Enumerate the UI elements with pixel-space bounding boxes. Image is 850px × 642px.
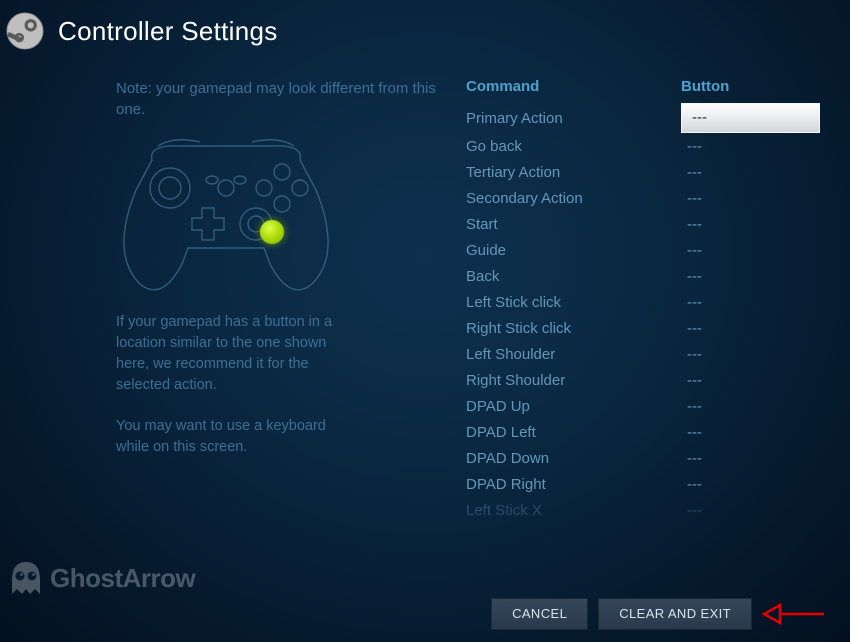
- binding-value[interactable]: ---: [681, 419, 820, 445]
- binding-value[interactable]: ---: [681, 497, 820, 523]
- footer: CANCEL CLEAR AND EXIT: [491, 598, 826, 630]
- binding-command[interactable]: Tertiary Action: [466, 159, 681, 185]
- gamepad-diagram: [112, 134, 340, 294]
- binding-value[interactable]: ---: [681, 211, 820, 237]
- binding-command[interactable]: Go back: [466, 133, 681, 159]
- note-mid: If your gamepad has a button in a locati…: [108, 312, 358, 396]
- content: Note: your gamepad may look different fr…: [0, 50, 850, 590]
- binding-command[interactable]: Primary Action: [466, 105, 681, 133]
- binding-value[interactable]: ---: [681, 133, 820, 159]
- watermark-text: GhostArrow: [50, 563, 195, 594]
- binding-value[interactable]: ---: [681, 445, 820, 471]
- binding-value[interactable]: ---: [681, 103, 820, 133]
- binding-value[interactable]: ---: [681, 237, 820, 263]
- binding-command[interactable]: DPAD Left: [466, 419, 681, 445]
- highlight-dot-icon: [260, 220, 284, 244]
- binding-command[interactable]: Left Stick click: [466, 289, 681, 315]
- binding-command[interactable]: DPAD Right: [466, 471, 681, 497]
- column-header-button: Button: [681, 78, 820, 105]
- page-title: Controller Settings: [58, 16, 278, 47]
- binding-value[interactable]: ---: [681, 367, 820, 393]
- binding-value[interactable]: ---: [681, 185, 820, 211]
- note-bot: You may want to use a keyboard while on …: [108, 416, 358, 458]
- binding-command[interactable]: DPAD Up: [466, 393, 681, 419]
- bindings-panel: Command Button Primary Action---Go back-…: [438, 78, 820, 590]
- binding-command[interactable]: DPAD Down: [466, 445, 681, 471]
- note-top: Note: your gamepad may look different fr…: [108, 78, 438, 120]
- binding-command[interactable]: Right Shoulder: [466, 367, 681, 393]
- column-header-command: Command: [466, 78, 681, 105]
- binding-value[interactable]: ---: [681, 471, 820, 497]
- annotation-arrow-icon: [762, 599, 826, 629]
- clear-and-exit-button[interactable]: CLEAR AND EXIT: [598, 598, 752, 630]
- binding-command[interactable]: Left Stick X: [466, 497, 681, 523]
- watermark: GhostArrow: [6, 558, 195, 598]
- header: Controller Settings: [0, 0, 850, 50]
- binding-command[interactable]: Left Shoulder: [466, 341, 681, 367]
- binding-command[interactable]: Guide: [466, 237, 681, 263]
- left-panel: Note: your gamepad may look different fr…: [108, 78, 438, 590]
- binding-value[interactable]: ---: [681, 315, 820, 341]
- cancel-button[interactable]: CANCEL: [491, 598, 588, 630]
- binding-value[interactable]: ---: [681, 393, 820, 419]
- binding-value[interactable]: ---: [681, 159, 820, 185]
- binding-command[interactable]: Back: [466, 263, 681, 289]
- steam-logo-icon: [6, 12, 44, 50]
- binding-command[interactable]: Secondary Action: [466, 185, 681, 211]
- binding-value[interactable]: ---: [681, 289, 820, 315]
- binding-command[interactable]: Right Stick click: [466, 315, 681, 341]
- binding-value[interactable]: ---: [681, 263, 820, 289]
- binding-value[interactable]: ---: [681, 341, 820, 367]
- binding-command[interactable]: Start: [466, 211, 681, 237]
- bindings-table: Command Button Primary Action---Go back-…: [466, 78, 820, 523]
